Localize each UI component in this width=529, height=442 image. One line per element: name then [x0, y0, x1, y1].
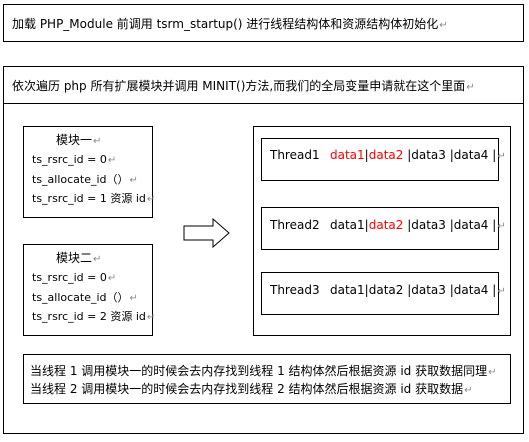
header-box-2: 依次遍历 php 所有扩展模块并调用 MINIT()方法,而我们的全局变量申请就… — [3, 66, 524, 104]
thread-box-1: Thread1 data1|data2 |data3 |data4 |↵ — [261, 138, 506, 181]
cell-separator: | — [488, 283, 497, 297]
data-cell: data2 — [368, 218, 404, 232]
module-box-2: 模块二↵ ts_rsrc_id = 0↵ ts_allocate_id（）↵ t… — [23, 244, 155, 336]
data-cell: data2 — [368, 283, 404, 297]
data-cell: data3 — [411, 148, 446, 162]
data-cell: data4 — [453, 218, 489, 232]
footer-line-2: 当线程 2 调用模块一的时候会去内存找到线程 2 结构体然后根据资源 id 获取… — [30, 382, 464, 396]
header-box-1: 加载 PHP_Module 前调用 tsrm_startup() 进行线程结构体… — [3, 4, 524, 42]
thread-box-2: Thread2 data1|data2 |data3 |data4 |↵ — [261, 207, 506, 250]
data-cell: data1 — [330, 218, 365, 232]
module-line: ts_allocate_id（） — [32, 173, 129, 186]
footer-line-1: 当线程 1 调用模块一的时候会去内存找到线程 1 结构体然后根据资源 id 获取… — [30, 364, 488, 378]
module-line: ts_allocate_id（） — [32, 291, 129, 304]
module-title: 模块一 — [56, 133, 93, 147]
paragraph-mark: ↵ — [497, 221, 506, 232]
data-cell: data3 — [411, 218, 446, 232]
right-arrow-icon — [183, 218, 230, 248]
cell-separator: | — [445, 218, 454, 232]
cell-separator: | — [488, 218, 497, 232]
data-cell: data1 — [330, 283, 365, 297]
paragraph-mark: ↵ — [497, 151, 506, 162]
cell-separator: | — [488, 148, 497, 162]
cell-separator: | — [445, 283, 454, 297]
module-line: ts_rsrc_id = 0 — [32, 153, 107, 166]
data-cell: data4 — [453, 283, 489, 297]
header-line-2: 依次遍历 php 所有扩展模块并调用 MINIT()方法,而我们的全局变量申请就… — [12, 79, 466, 93]
module-box-1: 模块一↵ ts_rsrc_id = 0↵ ts_allocate_id（）↵ t… — [23, 126, 155, 218]
module-title: 模块二 — [56, 251, 93, 265]
data-cell: data3 — [411, 283, 446, 297]
module-line: ts_rsrc_id = 1 资源 id — [32, 192, 146, 205]
thread-name: Thread1 — [270, 148, 320, 162]
paragraph-mark: ↵ — [439, 20, 448, 31]
footer-box: 当线程 1 调用模块一的时候会去内存找到线程 1 结构体然后根据资源 id 获取… — [23, 354, 511, 404]
cell-separator: | — [445, 148, 454, 162]
module-line: ts_rsrc_id = 2 资源 id — [32, 310, 146, 323]
module-line: ts_rsrc_id = 0 — [32, 271, 107, 284]
data-cell: data4 — [453, 148, 489, 162]
thread-name: Thread2 — [270, 218, 320, 232]
paragraph-mark: ↵ — [497, 286, 506, 297]
paragraph-mark: ↵ — [466, 82, 475, 93]
thread-name: Thread3 — [270, 283, 320, 297]
header-line-1: 加载 PHP_Module 前调用 tsrm_startup() 进行线程结构体… — [12, 17, 439, 31]
thread-box-3: Thread3 data1|data2 |data3 |data4 |↵ — [261, 272, 506, 315]
data-cell: data1 — [330, 148, 365, 162]
data-cell: data2 — [368, 148, 404, 162]
